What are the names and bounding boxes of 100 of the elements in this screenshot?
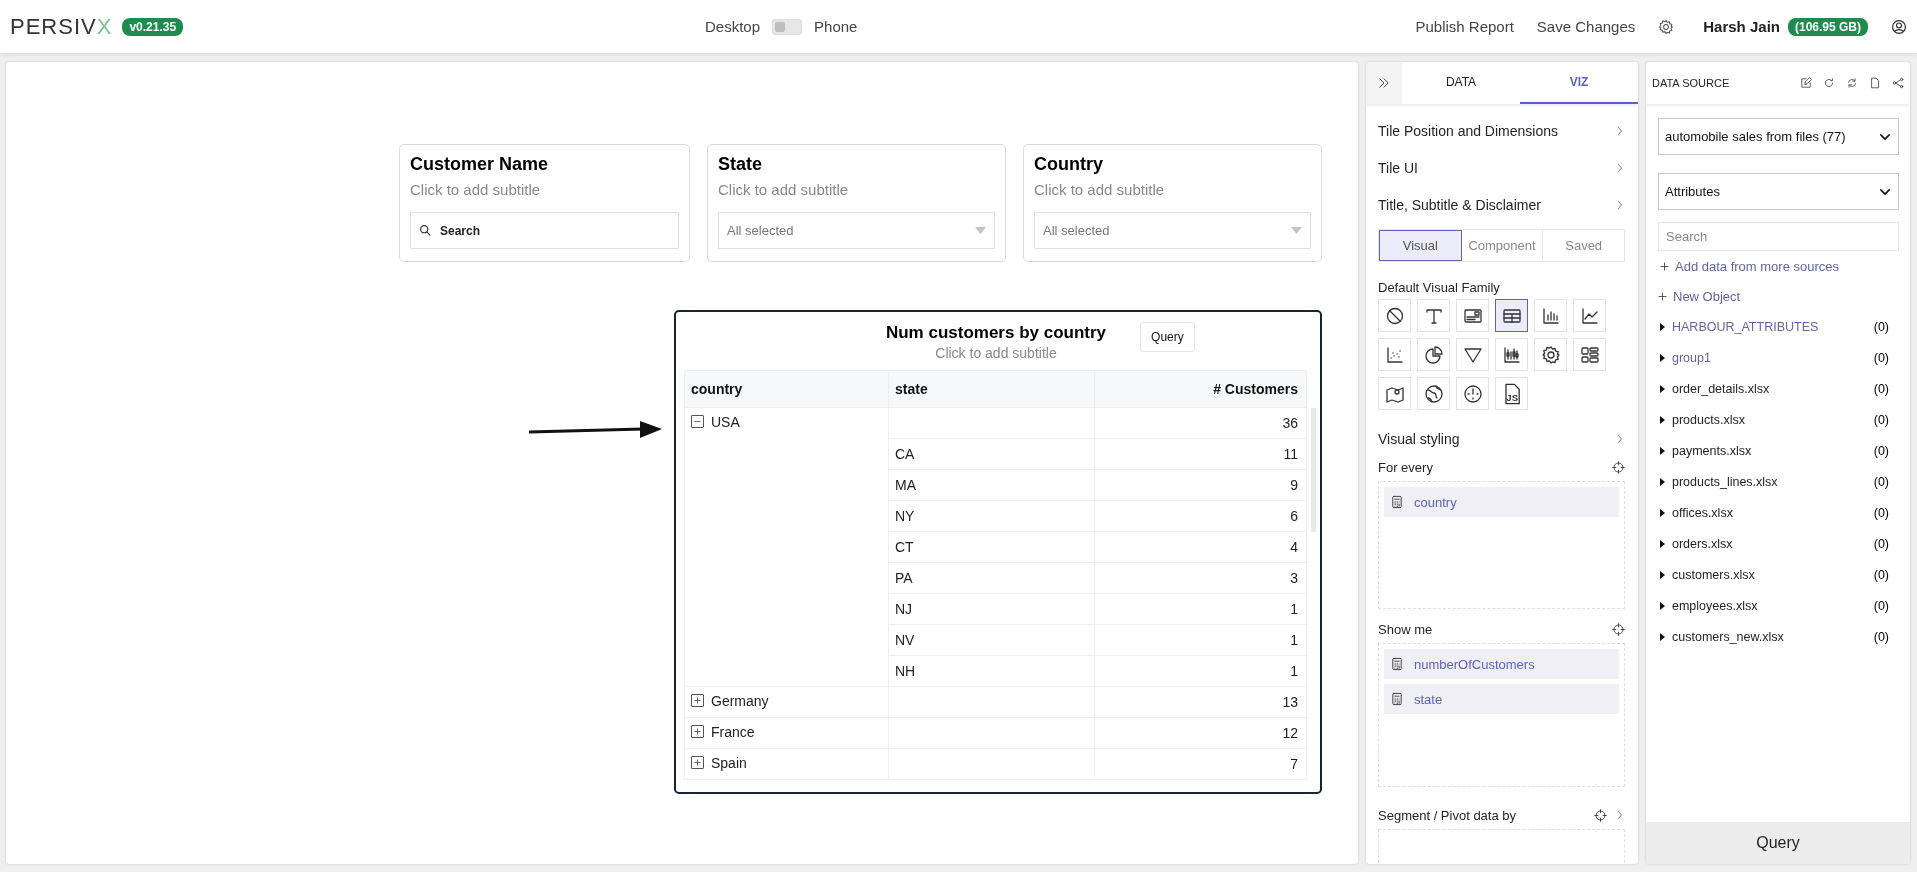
panel-tab[interactable]: DATA <box>1402 62 1520 104</box>
header-action-button[interactable]: Save Changes <box>1536 18 1636 35</box>
filter-title: Customer Name <box>410 154 550 175</box>
tree-item[interactable]: employees.xlsx (0) <box>1658 590 1899 621</box>
version-badge: v0.21.35 <box>122 17 184 36</box>
expand-button[interactable] <box>691 756 704 769</box>
source-dropdown[interactable]: automobile sales from files (77) <box>1658 118 1899 155</box>
add-link[interactable]: Add data from more sources <box>1660 251 1840 281</box>
query-button[interactable]: Query <box>1646 822 1910 864</box>
country-cell: France <box>711 723 755 740</box>
mode-tab[interactable]: Visual <box>1379 230 1462 261</box>
double-chevron-icon <box>1377 76 1391 90</box>
tree-item[interactable]: products_lines.xlsx (0) <box>1658 466 1899 497</box>
tree-item[interactable]: HARBOUR_ATTRIBUTES (0) <box>1658 311 1899 342</box>
state-cell: CA <box>888 438 1095 470</box>
header-action-button[interactable]: Publish Report <box>1415 18 1514 35</box>
desktop-label: Desktop <box>705 18 761 35</box>
tree-item[interactable]: customers.xlsx (0) <box>1658 559 1899 590</box>
crosshair-icon <box>1594 808 1607 822</box>
value-cell: 1 <box>1094 624 1307 656</box>
globe-icon <box>1423 383 1444 404</box>
search-field[interactable]: Search <box>1658 222 1899 251</box>
query-button[interactable]: Query <box>1140 322 1195 352</box>
drop-zone[interactable]: numberOfCustomers state <box>1378 643 1625 787</box>
section-label: Segment / Pivot data by <box>1378 807 1517 823</box>
settings-section[interactable]: Title, Subtitle & Disclaimer <box>1378 186 1625 223</box>
drop-zone[interactable]: country <box>1378 481 1625 609</box>
chevron-right-icon <box>1615 433 1625 444</box>
section-label: For every <box>1378 459 1433 475</box>
caret-right-icon <box>1660 477 1665 486</box>
plus-icon <box>693 727 702 736</box>
visual-type-button[interactable] <box>1495 299 1528 332</box>
field-chip[interactable]: country <box>1384 487 1619 517</box>
tree-item[interactable]: products.xlsx (0) <box>1658 404 1899 435</box>
expand-button[interactable] <box>691 694 704 707</box>
state-cell: MA <box>888 469 1095 501</box>
dropdown-arrow-icon <box>975 227 986 234</box>
tree-item[interactable]: customers_new.xlsx (0) <box>1658 621 1899 652</box>
caret-right-icon <box>1660 539 1665 548</box>
chevron-right-icon <box>1615 199 1625 210</box>
collapse-button[interactable] <box>691 415 704 428</box>
pie-chart-icon <box>1423 344 1444 365</box>
value-cell: 11 <box>1094 438 1307 470</box>
chevron-right-icon <box>1615 810 1625 820</box>
document-icon <box>1869 77 1881 89</box>
tree-item[interactable]: orders.xlsx (0) <box>1658 528 1899 559</box>
tree-item[interactable]: payments.xlsx (0) <box>1658 435 1899 466</box>
country-cell: Germany <box>711 692 769 709</box>
caret-right-icon <box>1660 601 1665 610</box>
column-header[interactable]: country <box>684 370 889 408</box>
add-link[interactable]: New Object <box>1658 281 1741 311</box>
tree-item[interactable]: order_details.xlsx (0) <box>1658 373 1899 404</box>
column-header[interactable]: state <box>888 370 1095 408</box>
field-chip[interactable]: numberOfCustomers <box>1384 649 1619 679</box>
settings-icon[interactable] <box>1658 18 1675 35</box>
state-cell: NJ <box>888 593 1095 625</box>
filter-dropdown[interactable]: All selected <box>718 212 995 249</box>
logo: PERSIVX <box>10 13 113 40</box>
value-cell: 12 <box>1094 717 1307 749</box>
chevron-right-icon <box>1615 162 1625 173</box>
section-label: Default Visual Family <box>1378 280 1501 295</box>
filter-subtitle[interactable]: Click to add subtitle <box>410 181 679 198</box>
chevron-right-icon <box>1615 125 1625 136</box>
filter-title: State <box>718 154 763 175</box>
expand-button[interactable] <box>691 725 704 738</box>
field-chip[interactable]: state <box>1384 684 1619 714</box>
tile-subtitle[interactable]: Click to add subtitle <box>885 345 1107 361</box>
country-cell: USA <box>711 413 740 430</box>
plus-icon <box>693 758 702 767</box>
tree-item[interactable]: offices.xlsx (0) <box>1658 497 1899 528</box>
country-cell: Spain <box>711 754 747 771</box>
filter-subtitle[interactable]: Click to add subtitle <box>718 181 995 198</box>
storage-badge: (106.95 GB) <box>1787 17 1868 36</box>
gear-icon <box>1540 344 1561 365</box>
crosshair-icon <box>1612 460 1625 474</box>
view-toggle[interactable] <box>772 18 803 35</box>
calculator-icon <box>1390 495 1404 509</box>
state-cell: NV <box>888 624 1095 656</box>
panel-title: DATA SOURCE <box>1652 77 1730 89</box>
sync-icon <box>1846 77 1858 89</box>
panel-tab[interactable]: VIZ <box>1520 62 1638 104</box>
layout-icon <box>1579 344 1600 365</box>
filter-dropdown[interactable]: All selected <box>1034 212 1311 249</box>
filter-subtitle[interactable]: Click to add subtitle <box>1034 181 1311 198</box>
value-cell: 36 <box>1094 407 1307 439</box>
caret-right-icon <box>1660 570 1665 579</box>
search-field[interactable]: Search <box>410 212 679 249</box>
user-icon[interactable] <box>1891 18 1907 35</box>
value-cell: 13 <box>1094 686 1307 718</box>
value-cell: 7 <box>1094 748 1307 780</box>
value-cell: 4 <box>1094 531 1307 563</box>
settings-section[interactable]: Tile Position and Dimensions <box>1378 112 1625 149</box>
dropdown-arrow-icon <box>1291 227 1302 234</box>
column-header[interactable]: # Customers <box>1094 370 1307 408</box>
settings-section[interactable]: Tile UI <box>1378 149 1625 186</box>
settings-section[interactable]: Visual styling <box>1378 420 1625 457</box>
plus-icon <box>693 696 702 705</box>
caret-right-icon <box>1660 446 1665 455</box>
tree-item[interactable]: group1 (0) <box>1658 342 1899 373</box>
category-dropdown[interactable]: Attributes <box>1658 173 1899 210</box>
